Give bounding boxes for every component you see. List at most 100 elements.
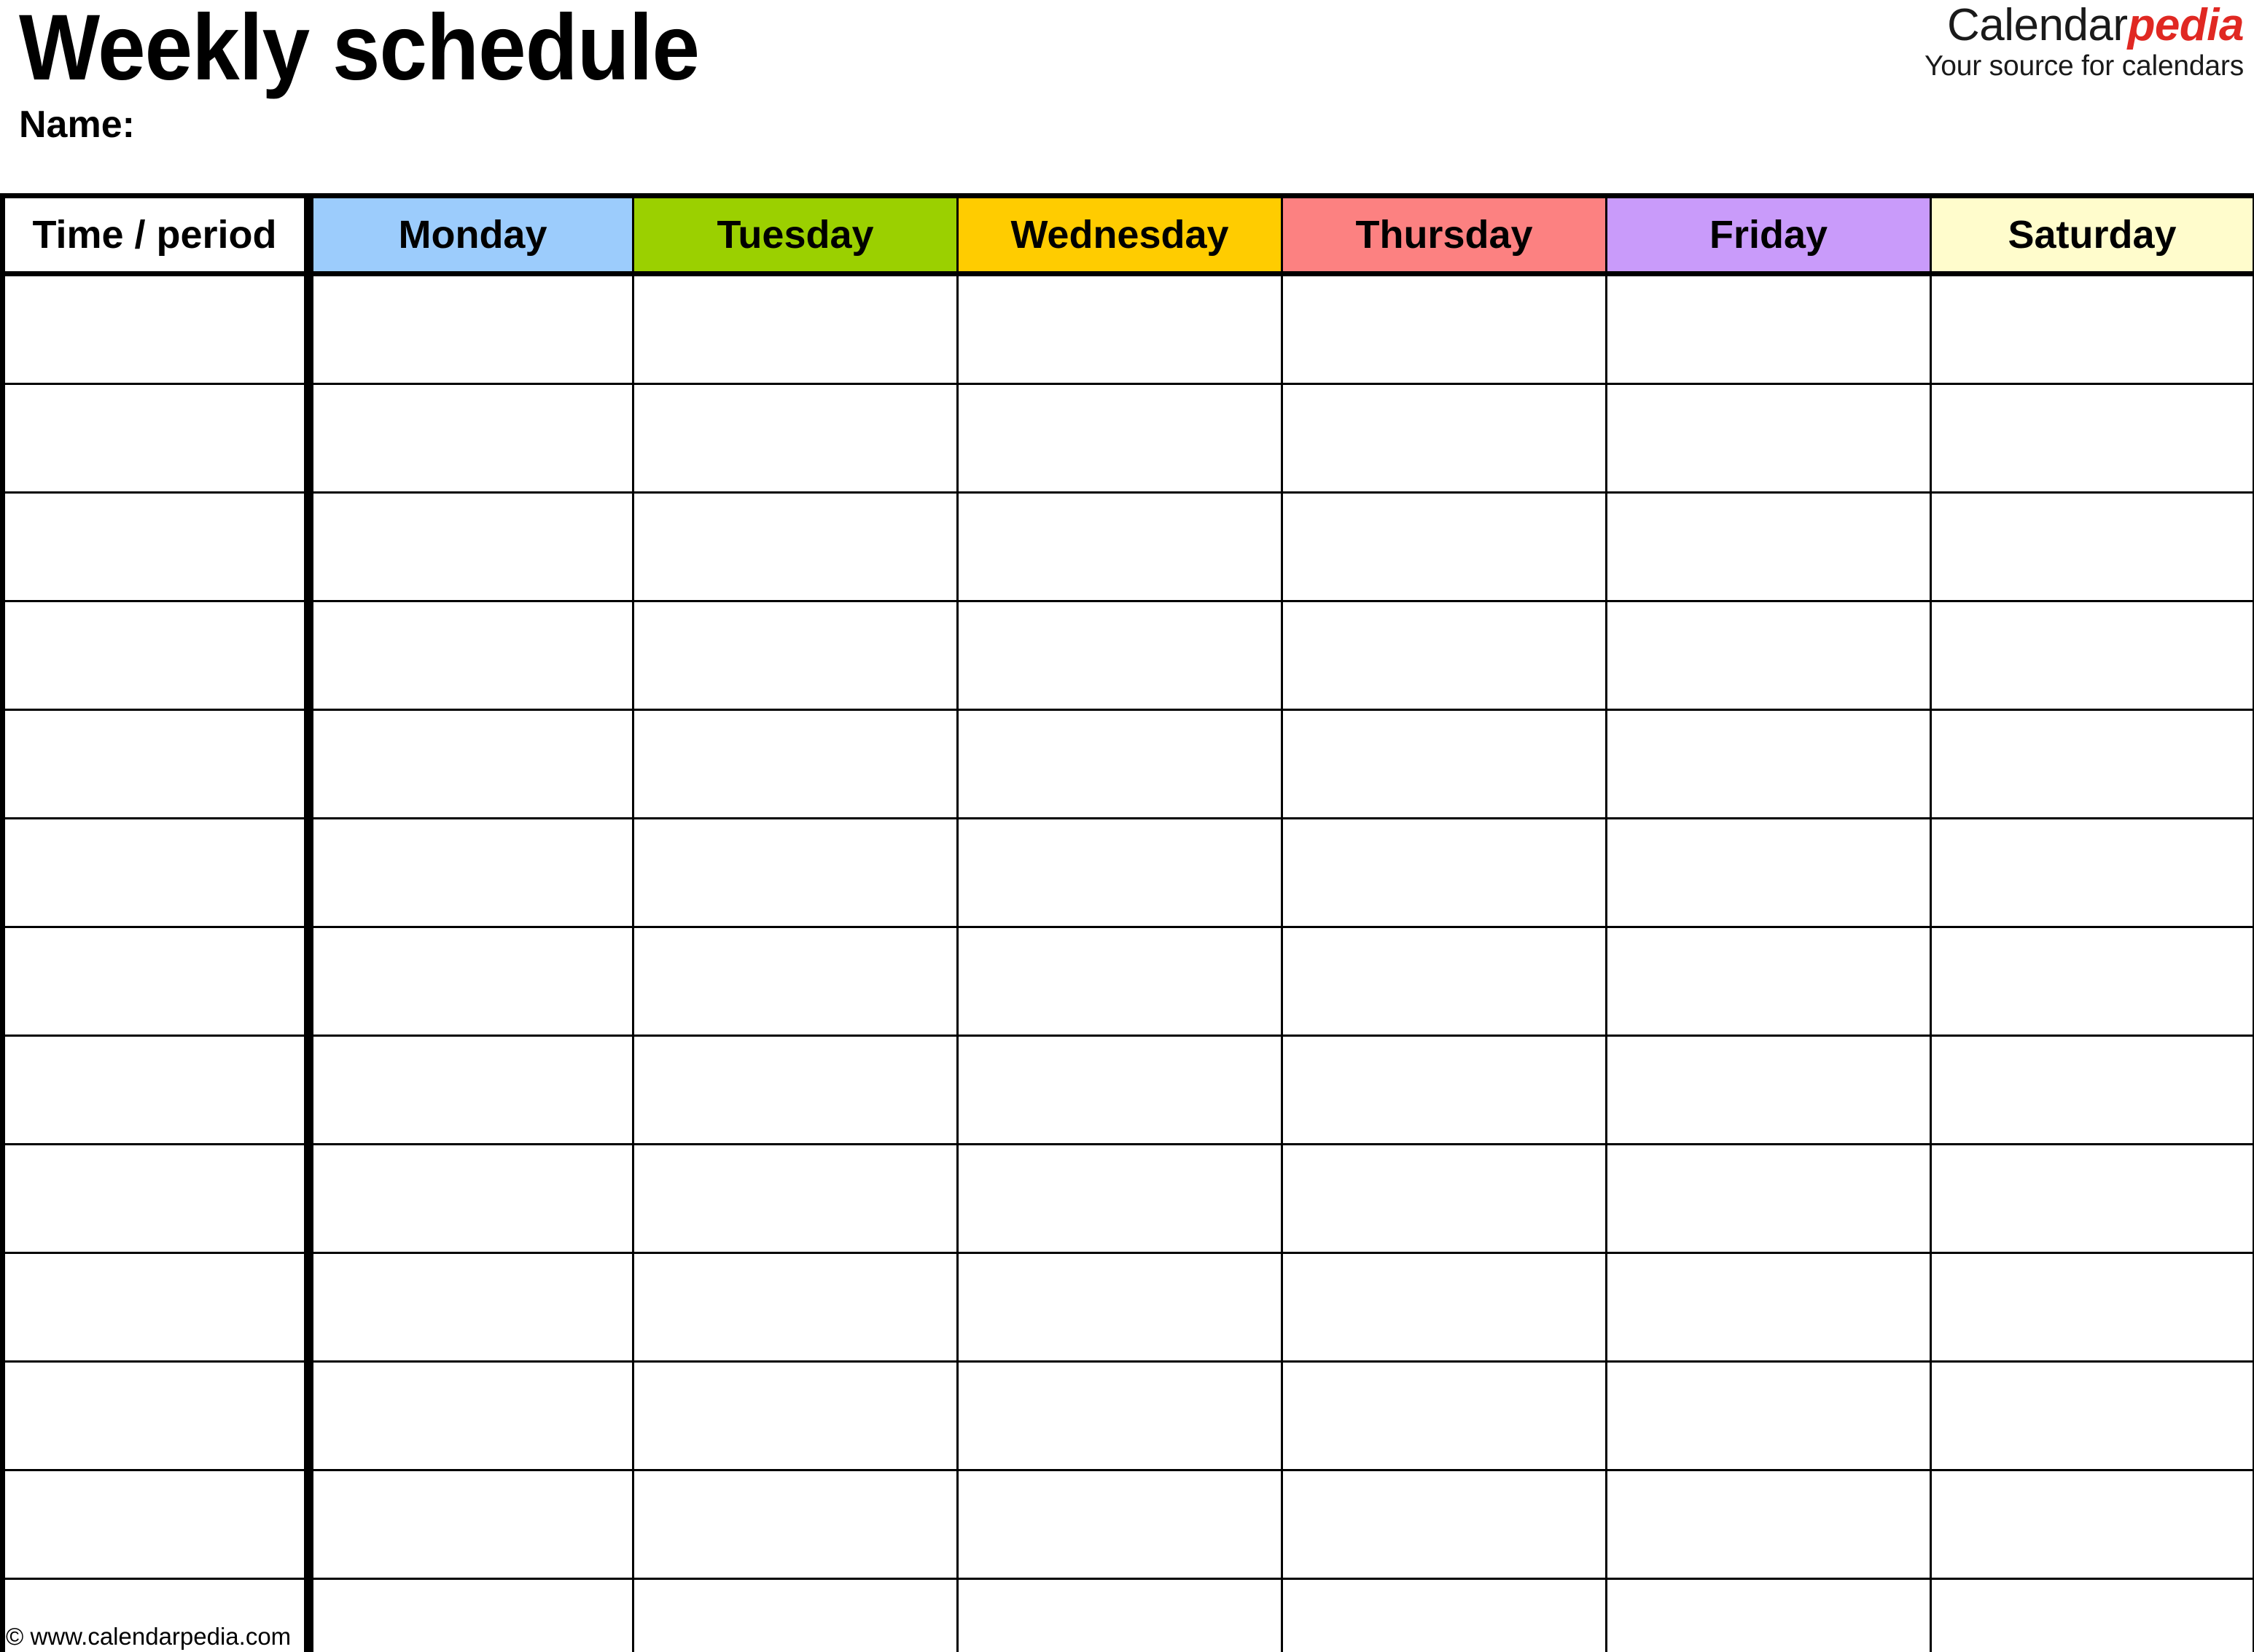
table-row	[1, 709, 2254, 819]
schedule-cell-friday-2[interactable]	[1605, 383, 1932, 494]
schedule-cell-saturday-9[interactable]	[1930, 1143, 2254, 1254]
schedule-cell-time-1[interactable]	[1, 273, 313, 385]
schedule-cell-friday-3[interactable]	[1605, 491, 1932, 602]
schedule-cell-saturday-12[interactable]	[1930, 1469, 2254, 1580]
schedule-cell-tuesday-1[interactable]	[632, 273, 959, 385]
schedule-cell-saturday-5[interactable]	[1930, 709, 2254, 819]
schedule-cell-time-6[interactable]	[1, 817, 313, 928]
schedule-cell-time-12[interactable]	[1, 1469, 313, 1580]
schedule-cell-saturday-1[interactable]	[1930, 273, 2254, 385]
schedule-cell-monday-6[interactable]	[308, 817, 634, 928]
schedule-cell-time-5[interactable]	[1, 709, 313, 819]
schedule-cell-monday-4[interactable]	[308, 600, 634, 711]
schedule-cell-monday-12[interactable]	[308, 1469, 634, 1580]
schedule-cell-thursday-13[interactable]	[1281, 1578, 1607, 1652]
schedule-cell-time-7[interactable]	[1, 926, 313, 1037]
schedule-cell-thursday-5[interactable]	[1281, 709, 1607, 819]
schedule-cell-saturday-8[interactable]	[1930, 1035, 2254, 1145]
schedule-cell-friday-11[interactable]	[1605, 1360, 1932, 1471]
schedule-cell-tuesday-7[interactable]	[632, 926, 959, 1037]
schedule-cell-wednesday-2[interactable]	[956, 383, 1283, 494]
schedule-cell-friday-13[interactable]	[1605, 1578, 1932, 1652]
schedule-cell-wednesday-8[interactable]	[956, 1035, 1283, 1145]
schedule-cell-friday-10[interactable]	[1605, 1252, 1932, 1363]
schedule-cell-monday-2[interactable]	[308, 383, 634, 494]
schedule-cell-wednesday-11[interactable]	[956, 1360, 1283, 1471]
schedule-cell-saturday-4[interactable]	[1930, 600, 2254, 711]
schedule-cell-thursday-7[interactable]	[1281, 926, 1607, 1037]
table-row	[1, 926, 2254, 1037]
schedule-cell-saturday-2[interactable]	[1930, 383, 2254, 494]
schedule-cell-time-3[interactable]	[1, 491, 313, 602]
schedule-cell-wednesday-5[interactable]	[956, 709, 1283, 819]
schedule-cell-wednesday-12[interactable]	[956, 1469, 1283, 1580]
schedule-cell-monday-13[interactable]	[308, 1578, 634, 1652]
schedule-cell-wednesday-13[interactable]	[956, 1578, 1283, 1652]
schedule-cell-saturday-13[interactable]	[1930, 1578, 2254, 1652]
schedule-cell-monday-5[interactable]	[308, 709, 634, 819]
schedule-cell-monday-10[interactable]	[308, 1252, 634, 1363]
schedule-cell-thursday-1[interactable]	[1281, 273, 1607, 385]
schedule-cell-monday-9[interactable]	[308, 1143, 634, 1254]
schedule-cell-wednesday-10[interactable]	[956, 1252, 1283, 1363]
table-row	[1, 383, 2254, 494]
schedule-cell-friday-7[interactable]	[1605, 926, 1932, 1037]
schedule-cell-friday-1[interactable]	[1605, 273, 1932, 385]
schedule-cell-tuesday-10[interactable]	[632, 1252, 959, 1363]
schedule-cell-friday-4[interactable]	[1605, 600, 1932, 711]
schedule-cell-saturday-11[interactable]	[1930, 1360, 2254, 1471]
schedule-cell-saturday-3[interactable]	[1930, 491, 2254, 602]
schedule-table-head: Time / period Monday Tuesday Wednesday Thurs…	[1, 195, 2254, 276]
schedule-cell-monday-1[interactable]	[308, 273, 634, 385]
schedule-cell-thursday-9[interactable]	[1281, 1143, 1607, 1254]
schedule-cell-monday-11[interactable]	[308, 1360, 634, 1471]
column-header-tuesday: Tuesday	[632, 195, 959, 276]
schedule-cell-tuesday-9[interactable]	[632, 1143, 959, 1254]
schedule-cell-friday-12[interactable]	[1605, 1469, 1932, 1580]
schedule-cell-monday-8[interactable]	[308, 1035, 634, 1145]
schedule-cell-thursday-6[interactable]	[1281, 817, 1607, 928]
schedule-cell-saturday-7[interactable]	[1930, 926, 2254, 1037]
schedule-cell-thursday-4[interactable]	[1281, 600, 1607, 711]
schedule-cell-thursday-8[interactable]	[1281, 1035, 1607, 1145]
schedule-cell-thursday-11[interactable]	[1281, 1360, 1607, 1471]
schedule-cell-thursday-3[interactable]	[1281, 491, 1607, 602]
schedule-cell-friday-9[interactable]	[1605, 1143, 1932, 1254]
schedule-cell-thursday-2[interactable]	[1281, 383, 1607, 494]
schedule-table-body	[1, 273, 2254, 1652]
weekly-schedule-page: Weekly schedule Name: Calendarpedia Your…	[0, 0, 2254, 1652]
schedule-cell-time-2[interactable]	[1, 383, 313, 494]
schedule-cell-time-9[interactable]	[1, 1143, 313, 1254]
schedule-cell-wednesday-9[interactable]	[956, 1143, 1283, 1254]
schedule-cell-wednesday-7[interactable]	[956, 926, 1283, 1037]
schedule-cell-tuesday-3[interactable]	[632, 491, 959, 602]
schedule-cell-wednesday-6[interactable]	[956, 817, 1283, 928]
schedule-cell-time-8[interactable]	[1, 1035, 313, 1145]
schedule-cell-wednesday-3[interactable]	[956, 491, 1283, 602]
schedule-cell-tuesday-12[interactable]	[632, 1469, 959, 1580]
schedule-cell-tuesday-6[interactable]	[632, 817, 959, 928]
schedule-cell-thursday-12[interactable]	[1281, 1469, 1607, 1580]
schedule-cell-tuesday-13[interactable]	[632, 1578, 959, 1652]
schedule-cell-tuesday-2[interactable]	[632, 383, 959, 494]
schedule-cell-thursday-10[interactable]	[1281, 1252, 1607, 1363]
column-header-thursday: Thursday	[1281, 195, 1607, 276]
schedule-cell-time-4[interactable]	[1, 600, 313, 711]
schedule-cell-tuesday-11[interactable]	[632, 1360, 959, 1471]
schedule-cell-tuesday-4[interactable]	[632, 600, 959, 711]
schedule-cell-friday-6[interactable]	[1605, 817, 1932, 928]
table-row	[1, 1469, 2254, 1580]
schedule-cell-time-10[interactable]	[1, 1252, 313, 1363]
schedule-cell-friday-5[interactable]	[1605, 709, 1932, 819]
schedule-cell-monday-3[interactable]	[308, 491, 634, 602]
schedule-cell-monday-7[interactable]	[308, 926, 634, 1037]
table-row	[1, 600, 2254, 711]
schedule-cell-saturday-6[interactable]	[1930, 817, 2254, 928]
schedule-cell-friday-8[interactable]	[1605, 1035, 1932, 1145]
schedule-cell-saturday-10[interactable]	[1930, 1252, 2254, 1363]
schedule-cell-tuesday-8[interactable]	[632, 1035, 959, 1145]
schedule-cell-wednesday-1[interactable]	[956, 273, 1283, 385]
schedule-cell-time-11[interactable]	[1, 1360, 313, 1471]
schedule-cell-wednesday-4[interactable]	[956, 600, 1283, 711]
schedule-cell-tuesday-5[interactable]	[632, 709, 959, 819]
